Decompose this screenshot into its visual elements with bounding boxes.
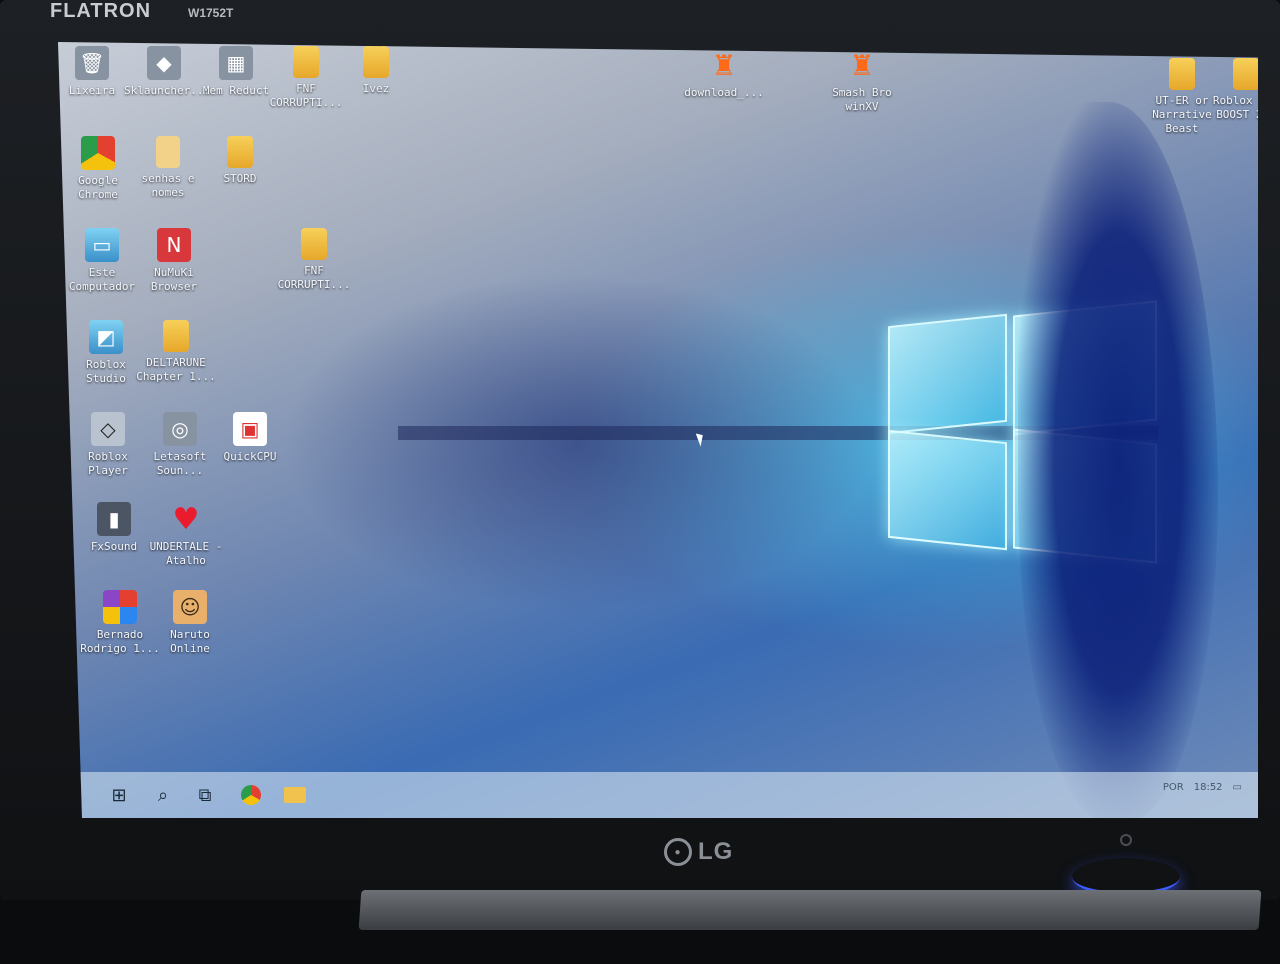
monitor-stand xyxy=(358,890,1262,930)
power-button[interactable] xyxy=(1120,834,1132,846)
chrome-icon[interactable] xyxy=(238,782,264,808)
desktop-icon-sklauncher[interactable]: ◆ Sklauncher... xyxy=(124,46,211,98)
mascot-icon: ♜ xyxy=(711,48,737,82)
desktop-icon-fxsound[interactable]: ▮ FxSound xyxy=(74,502,154,554)
system-tray: POR 18:52 ▭ xyxy=(1163,782,1242,793)
desktop-icon-roblox-studio[interactable]: ◩ Roblox Studio xyxy=(66,320,146,386)
tray-clock[interactable]: 18:52 xyxy=(1194,782,1223,793)
desktop-icon-google-chrome[interactable]: Google Chrome xyxy=(58,136,138,202)
windows-logo-pane xyxy=(888,429,1007,551)
desktop-icon-label: Roblox Player xyxy=(88,450,128,477)
folder-icon[interactable] xyxy=(282,782,308,808)
desktop-icon-label: Roblox Studio xyxy=(86,358,126,385)
monitor-model: W1752T xyxy=(188,6,234,20)
app-icon: ◆ xyxy=(147,46,181,80)
desktop-icon-stord[interactable]: STORD xyxy=(200,136,280,186)
desktop-icon-fnf-corrupt-2[interactable]: FNF CORRUPTI... xyxy=(274,228,354,292)
desktop-icon-senhas[interactable]: senhas e nomes xyxy=(128,136,208,200)
computer-icon: ▭ xyxy=(85,228,119,262)
desktop-icon-quickcpu[interactable]: ▣ QuickCPU xyxy=(210,412,290,464)
chrome-icon xyxy=(81,136,115,170)
desktop-icon-fnf-corrupt-1[interactable]: FNF CORRUPTI... xyxy=(266,46,346,110)
desktop-icon-roblox-player[interactable]: ◇ Roblox Player xyxy=(68,412,148,478)
folder-icon xyxy=(1233,58,1258,90)
heart-icon: ♥ xyxy=(172,501,200,537)
monitor-bezel: FLATRON W1752T 🗑 Lixeira ◆ Sklauncher...… xyxy=(0,0,1280,900)
windows-logo-pane xyxy=(888,313,1007,435)
desktop-icon-undertale[interactable]: ♥ UNDERTALE - Atalho xyxy=(146,502,226,568)
task-view-icon[interactable]: ⧉ xyxy=(192,782,218,808)
folder-icon xyxy=(363,46,389,78)
desktop-icon-label: FxSound xyxy=(90,540,138,553)
desktop-icon-label: Google Chrome xyxy=(78,174,118,201)
desktop-icon-ivez[interactable]: Ivez xyxy=(336,46,416,96)
desktop-icon-label: Bernado Rodrigo 1... xyxy=(80,628,160,655)
notification-icon[interactable]: ▭ xyxy=(1233,782,1242,793)
desktop-icon-label: NuMuKi Browser xyxy=(150,266,198,293)
desktop-icon-deltarune[interactable]: DELTARUNE Chapter 1... xyxy=(136,320,216,384)
desktop-icon-este-computador[interactable]: ▭ Este Computador xyxy=(62,228,142,294)
monitor-brand-bottom: ● LG xyxy=(664,838,733,866)
folder-icon xyxy=(293,46,319,78)
desktop-icon-naruto-online[interactable]: ☺ Naruto Online xyxy=(150,590,230,656)
desktop-icon-lixeira[interactable]: 🗑 Lixeira xyxy=(58,46,132,98)
desktop-icon-label: FNF CORRUPTI... xyxy=(277,264,351,291)
folder-icon xyxy=(163,320,189,352)
desktop-icon-label: senhas e nomes xyxy=(141,172,195,199)
document-icon xyxy=(156,136,180,168)
folder-icon xyxy=(1169,58,1195,90)
desktop-icon-label: Letasoft Soun... xyxy=(153,450,207,477)
photo-scene: FLATRON W1752T 🗑 Lixeira ◆ Sklauncher...… xyxy=(0,0,1280,964)
desktop-icon-smash-bro[interactable]: ♜ Smash Bro winXV xyxy=(822,48,902,114)
cpu-icon: ▣ xyxy=(233,412,267,446)
recycle-bin-icon: 🗑 xyxy=(75,46,109,80)
app-icon: ▦ xyxy=(219,46,253,80)
roblox-icon: ◇ xyxy=(91,412,125,446)
folder-icon xyxy=(227,136,253,168)
lg-logo-icon: ● xyxy=(664,838,692,866)
ball-icon xyxy=(103,590,137,624)
desktop-icon-mem-reduct[interactable]: ▦ Mem Reduct xyxy=(196,46,276,98)
desktop-icon-label: DELTARUNE Chapter 1... xyxy=(136,356,216,383)
mascot-icon: ♜ xyxy=(849,48,875,82)
desktop-icon-label: QuickCPU xyxy=(223,450,277,463)
folder-icon xyxy=(301,228,327,260)
desktop-icon-letasoft[interactable]: ◎ Letasoft Soun... xyxy=(140,412,220,478)
tray-language[interactable]: POR xyxy=(1163,782,1184,793)
desktop-icon-label: Sklauncher... xyxy=(124,84,211,97)
desktop-icon-roblox-fps-boost[interactable]: Roblox FPS BOOST 2.3 xyxy=(1206,58,1258,122)
desktop-icon-download[interactable]: ♜ download_... xyxy=(684,48,764,100)
desktop-icon-numuki-browser[interactable]: N NuMuKi Browser xyxy=(134,228,214,294)
desktop-icon-label: UNDERTALE - Atalho xyxy=(149,540,223,567)
naruto-icon: ☺ xyxy=(173,590,207,624)
sound-icon: ◎ xyxy=(163,412,197,446)
desktop-icon-label: Roblox FPS BOOST 2.3 xyxy=(1212,94,1258,121)
search-icon[interactable]: ⌕ xyxy=(150,782,176,808)
start-icon[interactable]: ⊞ xyxy=(106,782,132,808)
desktop-icon-label: Smash Bro winXV xyxy=(832,86,892,113)
browser-icon: N xyxy=(157,228,191,262)
desktop-icon-label: Naruto Online xyxy=(170,628,210,655)
monitor-brand-top: FLATRON xyxy=(50,0,152,22)
desktop-icon-label: FNF CORRUPTI... xyxy=(269,82,343,109)
desktop-icon-label: Ivez xyxy=(362,82,390,95)
desktop-icon-bernado[interactable]: Bernado Rodrigo 1... xyxy=(80,590,160,656)
equalizer-icon: ▮ xyxy=(97,502,131,536)
desktop-icon-label: download_... xyxy=(684,86,764,99)
desktop-icon-label: STORD xyxy=(223,172,257,185)
desktop-icon-label: Lixeira xyxy=(68,84,116,97)
roblox-studio-icon: ◩ xyxy=(89,320,123,354)
screen-damage-smudge xyxy=(1018,102,1218,818)
desktop-icon-label: Este Computador xyxy=(68,266,136,293)
monitor-screen: 🗑 Lixeira ◆ Sklauncher... ▦ Mem Reduct F… xyxy=(58,42,1258,818)
taskbar: ⊞ ⌕ ⧉ POR 18:52 ▭ xyxy=(58,772,1258,818)
desktop-icon-label: Mem Reduct xyxy=(202,84,270,97)
